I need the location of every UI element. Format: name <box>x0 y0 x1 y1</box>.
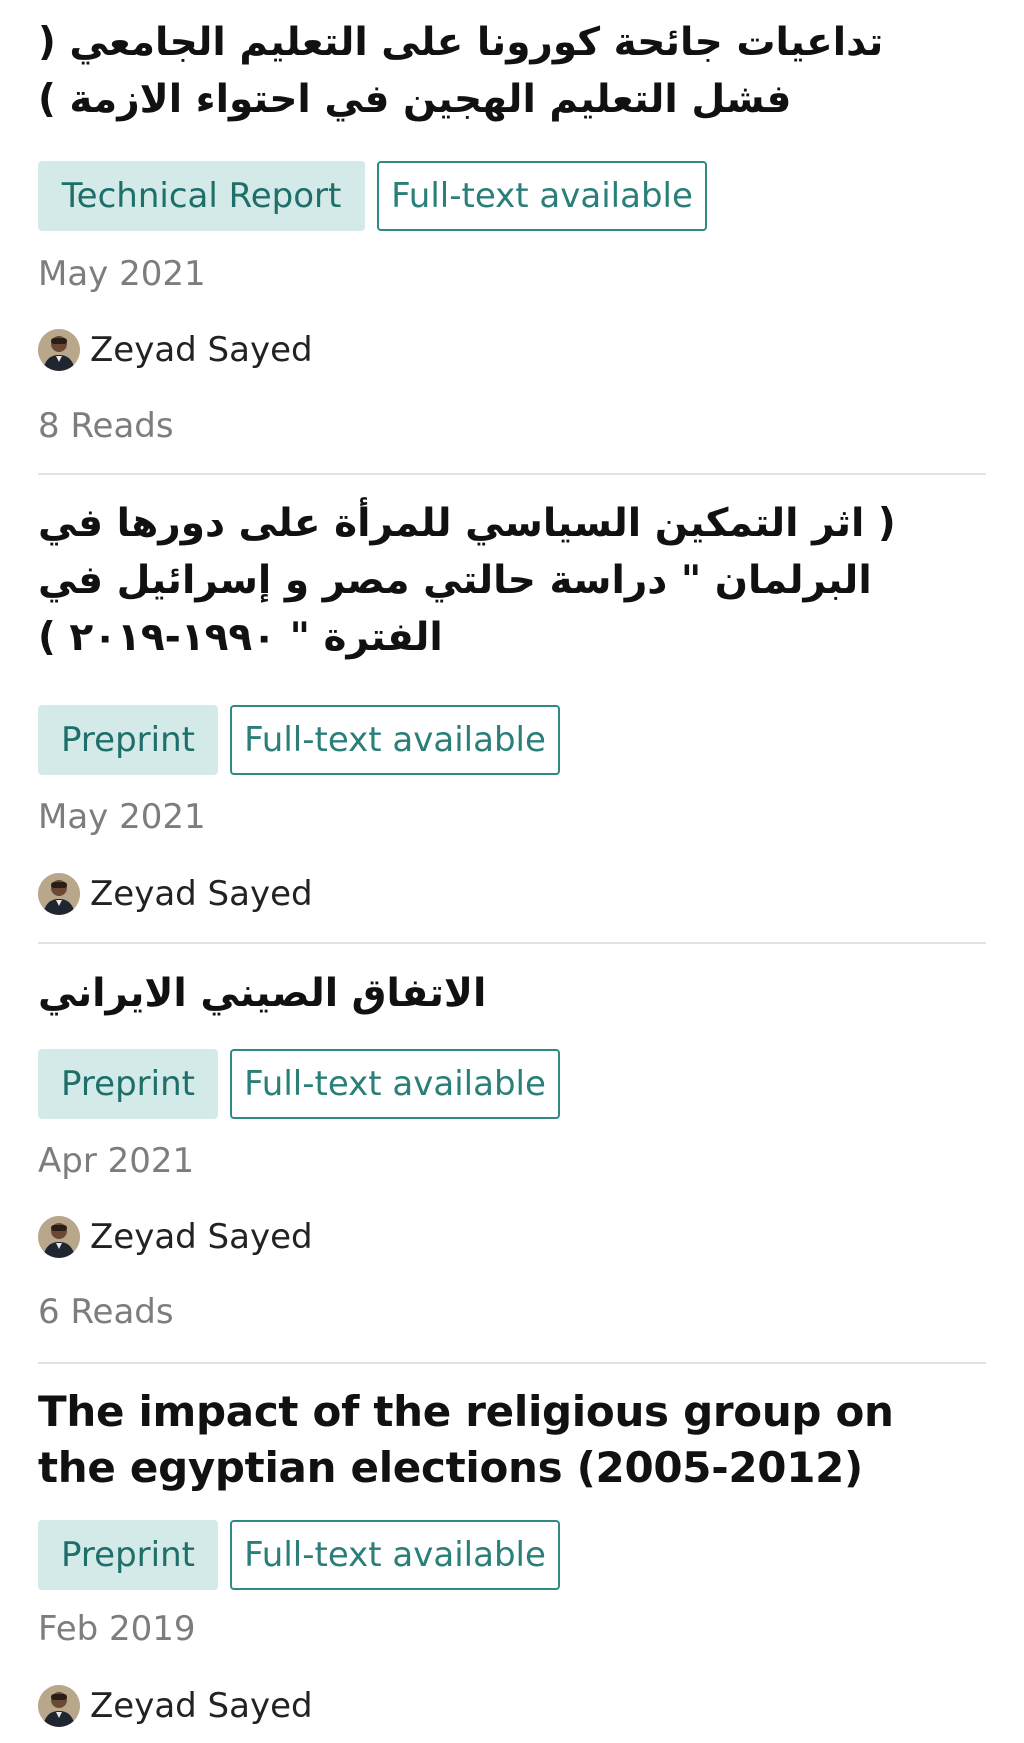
author-name[interactable]: Zeyad Sayed <box>90 1681 313 1731</box>
publication-item[interactable]: ( اثر التمكين السياسي للمرأة على دورها ف… <box>38 495 986 919</box>
full-text-badge[interactable]: Full-text available <box>230 1520 560 1590</box>
author-avatar <box>38 1685 80 1727</box>
publication-title[interactable]: The impact of the religious group on the… <box>38 1384 958 1496</box>
publication-item[interactable]: الاتفاق الصيني الايراني Preprint Full-te… <box>38 965 986 1337</box>
reads-count: 8 Reads <box>38 406 174 446</box>
item-divider <box>38 473 986 475</box>
full-text-badge[interactable]: Full-text available <box>230 705 560 775</box>
publication-item[interactable]: The impact of the religious group on the… <box>38 1384 986 1731</box>
author-row[interactable]: Zeyad Sayed <box>38 1681 986 1731</box>
author-row[interactable]: Zeyad Sayed <box>38 1212 986 1262</box>
publication-type-badge: Technical Report <box>38 161 365 231</box>
author-name[interactable]: Zeyad Sayed <box>90 1212 313 1262</box>
publication-date: Apr 2021 <box>38 1141 195 1181</box>
author-name[interactable]: Zeyad Sayed <box>90 325 313 375</box>
publication-item[interactable]: تداعيات جائحة كورونا على التعليم الجامعي… <box>38 14 986 451</box>
publication-title[interactable]: تداعيات جائحة كورونا على التعليم الجامعي… <box>38 14 918 128</box>
publication-tags: Preprint Full-text available <box>38 705 986 775</box>
reads-count: 6 Reads <box>38 1292 174 1332</box>
author-row[interactable]: Zeyad Sayed <box>38 869 986 919</box>
author-name[interactable]: Zeyad Sayed <box>90 869 313 919</box>
author-avatar <box>38 873 80 915</box>
publication-date: May 2021 <box>38 254 206 294</box>
author-avatar <box>38 1216 80 1258</box>
publication-type-badge: Preprint <box>38 705 218 775</box>
publication-tags: Technical Report Full-text available <box>38 161 986 231</box>
publication-list: تداعيات جائحة كورونا على التعليم الجامعي… <box>0 0 1024 1743</box>
publication-type-badge: Preprint <box>38 1049 218 1119</box>
publication-date: Feb 2019 <box>38 1609 196 1649</box>
item-divider <box>38 1362 986 1364</box>
publication-date: May 2021 <box>38 797 206 837</box>
item-divider <box>38 942 986 944</box>
publication-tags: Preprint Full-text available <box>38 1049 986 1119</box>
full-text-badge[interactable]: Full-text available <box>230 1049 560 1119</box>
publication-title[interactable]: الاتفاق الصيني الايراني <box>38 965 986 1022</box>
publication-title[interactable]: ( اثر التمكين السياسي للمرأة على دورها ف… <box>38 495 986 666</box>
full-text-badge[interactable]: Full-text available <box>377 161 707 231</box>
publication-type-badge: Preprint <box>38 1520 218 1590</box>
author-row[interactable]: Zeyad Sayed <box>38 325 986 375</box>
publication-tags: Preprint Full-text available <box>38 1520 986 1590</box>
author-avatar <box>38 329 80 371</box>
